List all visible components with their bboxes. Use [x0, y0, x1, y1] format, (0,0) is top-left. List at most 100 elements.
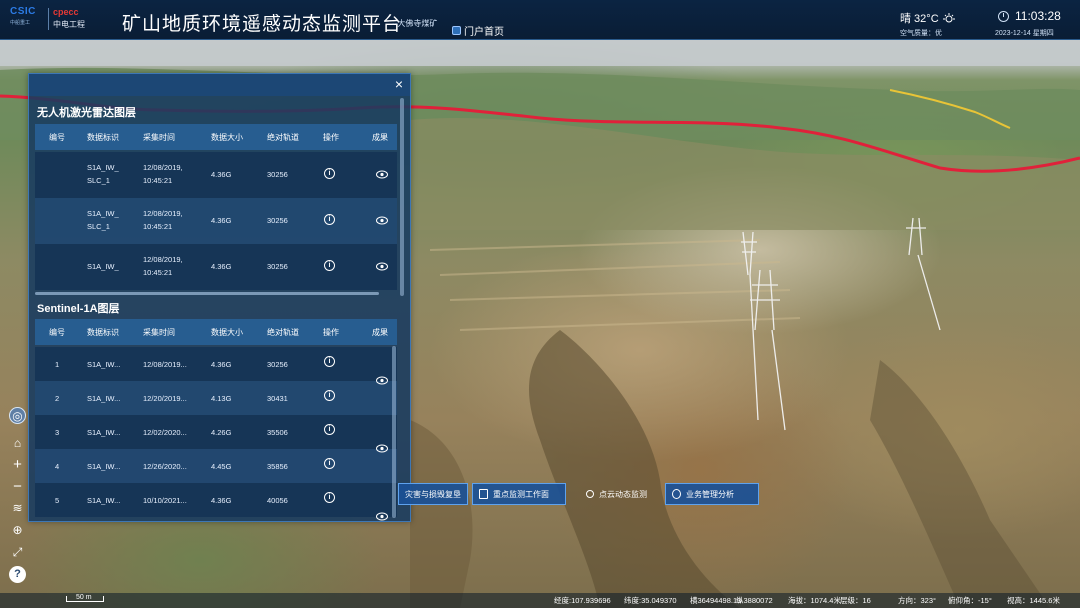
row-size: 4.36G: [211, 216, 232, 225]
sentinel-table-header: 编号 数据标识 采集时间 数据大小 绝对轨道 操作 成果: [35, 319, 397, 345]
info-icon[interactable]: i: [324, 260, 335, 271]
sentinel-table-row[interactable]: 2 S1A_IW... 12/20/2019... 4.13G 30431 i: [35, 381, 397, 415]
col-header-time: 采集时间: [143, 133, 175, 142]
clock-date: 2023-12-14 星期四: [995, 30, 1054, 37]
col-header-id: 编号: [49, 328, 65, 337]
air-quality: 空气质量：优: [900, 30, 942, 37]
portal-home-link[interactable]: 门户首页: [452, 23, 504, 38]
key-monitoring-button[interactable]: 重点监测工作面: [472, 483, 566, 505]
col-header-action: 操作: [323, 133, 339, 142]
row-time: 12/20/2019...: [143, 394, 187, 403]
sentinel-table-row[interactable]: 5 S1A_IW... 10/10/2021... 4.36G 40056 i: [35, 483, 397, 517]
col-header-data-id: 数据标识: [87, 328, 119, 337]
lidar-table-row[interactable]: S1A_IW_ SLC_1 12/08/2019, 10:45:21 4.36G…: [35, 152, 397, 198]
row-orbit: 40056: [267, 496, 288, 505]
info-icon[interactable]: i: [324, 390, 335, 401]
sentinel-section-title: Sentinel-1A图层: [37, 303, 120, 315]
row-time: 12/08/2019...: [143, 360, 187, 369]
weather-widget: 晴 32°C: [900, 10, 955, 26]
info-icon[interactable]: i: [324, 356, 335, 367]
row-id: 5: [55, 496, 60, 505]
clock-icon: [998, 10, 1009, 22]
logo-primary: CSIC: [10, 6, 36, 17]
row-id: 4: [55, 462, 60, 471]
document-icon: [479, 489, 488, 499]
row-time: 12/02/2020...: [143, 428, 187, 437]
eye-icon[interactable]: [376, 444, 388, 453]
home-icon[interactable]: ⌂: [9, 435, 26, 452]
row-size: 4.45G: [211, 462, 232, 471]
eye-icon[interactable]: [376, 216, 388, 225]
close-icon[interactable]: ×: [392, 77, 406, 91]
info-icon[interactable]: i: [324, 424, 335, 435]
col-header-result: 成果: [372, 133, 388, 142]
row-orbit: 30431: [267, 394, 288, 403]
sentinel-table-row[interactable]: 4 S1A_IW... 12/26/2020... 4.45G 35856 i: [35, 449, 397, 483]
eye-icon[interactable]: [376, 170, 388, 179]
status-altitude: 海拔：1074.4米: [788, 596, 841, 605]
lidar-horizontal-scrollbar[interactable]: [35, 292, 379, 295]
page-subtitle: --大佛寺煤矿: [392, 19, 438, 28]
col-header-id: 编号: [49, 133, 65, 142]
scale-label: 50 m: [76, 594, 92, 601]
logo-primary-sub: 中船重工: [10, 20, 31, 26]
key-monitoring-label: 重点监测工作面: [493, 489, 549, 499]
layers-icon[interactable]: ≋: [9, 500, 26, 517]
layer-data-panel: × 无人机激光雷达图层 编号 数据标识 采集时间 数据大小 绝对轨道 操作 成果…: [28, 73, 411, 522]
page-title: 矿山地质环境遥感动态监测平台: [122, 14, 403, 35]
eye-icon[interactable]: [376, 376, 388, 385]
sentinel-table-row[interactable]: 3 S1A_IW... 12/02/2020... 4.26G 35506 i: [35, 415, 397, 449]
globe-icon[interactable]: ◎: [9, 407, 26, 424]
info-icon[interactable]: i: [324, 168, 335, 179]
row-time: 12/26/2020...: [143, 462, 187, 471]
row-data-id: S1A_IW_ SLC_1: [87, 163, 119, 185]
row-orbit: 30256: [267, 216, 288, 225]
portal-home-label: 门户首页: [464, 27, 504, 38]
clock-widget: 11:03:28: [998, 9, 1061, 23]
zoom-out-icon[interactable]: −: [9, 478, 26, 495]
business-analysis-button[interactable]: 业务管理分析: [665, 483, 759, 505]
portal-icon: [452, 26, 461, 35]
zoom-in-icon[interactable]: +: [9, 456, 26, 473]
row-orbit: 30256: [267, 262, 288, 271]
lidar-table-row[interactable]: S1A_IW_ 12/08/2019, 10:45:21 4.36G 30256…: [35, 244, 397, 290]
status-y-coord: 纵3880072: [736, 596, 773, 605]
lidar-table-row[interactable]: S1A_IW_ SLC_1 12/08/2019, 10:45:21 4.36G…: [35, 198, 397, 244]
point-cloud-icon: [586, 490, 594, 498]
status-pitch: 俯仰角：-15°: [948, 596, 992, 605]
row-orbit: 30256: [267, 360, 288, 369]
locate-icon[interactable]: ⊕: [9, 522, 26, 539]
row-data-id: S1A_IW...: [87, 496, 121, 505]
row-size: 4.36G: [211, 360, 232, 369]
eye-icon[interactable]: [376, 262, 388, 271]
row-data-id: S1A_IW...: [87, 428, 121, 437]
weather-sun-icon: [942, 13, 955, 23]
row-data-id: S1A_IW...: [87, 360, 121, 369]
col-header-size: 数据大小: [211, 133, 243, 142]
clock-time: 11:03:28: [1015, 9, 1061, 23]
row-id: 1: [55, 360, 60, 369]
panel-titlebar: [29, 74, 410, 96]
fullscreen-icon[interactable]: ⤢: [9, 544, 26, 561]
eye-icon[interactable]: [376, 512, 388, 521]
pie-chart-icon: [672, 489, 681, 499]
point-cloud-button[interactable]: 点云动态监测: [580, 483, 654, 505]
top-header: CSIC 中船重工 cpecc 中电工程 矿山地质环境遥感动态监测平台 --大佛…: [0, 0, 1080, 40]
disaster-reclamation-button[interactable]: 灾害与损毁复垦: [398, 483, 468, 505]
sentinel-vertical-scrollbar[interactable]: [392, 346, 396, 518]
row-data-id: S1A_IW...: [87, 394, 121, 403]
business-analysis-label: 业务管理分析: [686, 489, 734, 499]
col-header-time: 采集时间: [143, 328, 175, 337]
info-icon[interactable]: i: [324, 214, 335, 225]
row-id: 3: [55, 428, 60, 437]
info-icon[interactable]: i: [324, 492, 335, 503]
status-heading: 方向：323°: [898, 596, 937, 605]
row-orbit: 35856: [267, 462, 288, 471]
sentinel-table-row[interactable]: 1 S1A_IW... 12/08/2019... 4.36G 30256 i: [35, 347, 397, 381]
disaster-reclamation-label: 灾害与损毁复垦: [405, 489, 461, 499]
panel-vertical-scrollbar[interactable]: [400, 98, 404, 296]
info-icon[interactable]: i: [324, 458, 335, 469]
help-icon[interactable]: ?: [9, 566, 26, 583]
row-size: 4.13G: [211, 394, 232, 403]
row-id: 2: [55, 394, 60, 403]
